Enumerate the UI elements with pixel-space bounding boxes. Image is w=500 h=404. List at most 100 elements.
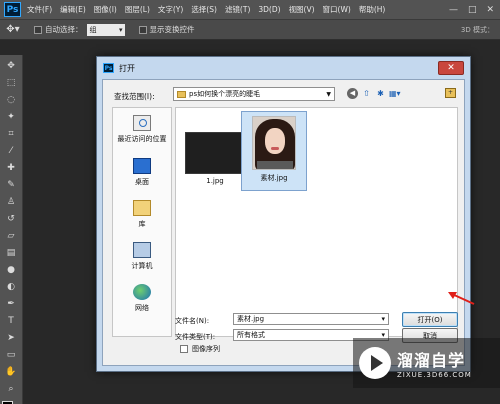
image-sequence-checkbox[interactable] xyxy=(180,345,188,353)
clone-stamp-icon[interactable]: ♙ xyxy=(3,195,19,209)
history-brush-icon[interactable]: ↺ xyxy=(3,212,19,226)
nav-toolbar: ◀ ⇧ ✱ ▦▾ xyxy=(347,88,401,99)
gradient-tool-icon[interactable]: ▤ xyxy=(3,246,19,260)
menu-view[interactable]: 视图(V) xyxy=(289,4,315,15)
menu-file[interactable]: 文件(F) xyxy=(27,4,52,15)
folder-view-icon[interactable]: + xyxy=(445,88,456,98)
chevron-down-icon: ▼ xyxy=(326,90,331,98)
auto-select-label: 自动选择： xyxy=(45,25,83,34)
zoom-tool-icon[interactable]: ⌕ xyxy=(3,382,19,396)
magic-wand-icon[interactable]: ✦ xyxy=(3,110,19,124)
place-recent[interactable]: 最近访问的位置 xyxy=(113,115,171,144)
show-transform-checkbox[interactable] xyxy=(138,25,147,34)
menu-3d[interactable]: 3D(D) xyxy=(258,5,280,14)
menu-image[interactable]: 图像(I) xyxy=(94,4,117,15)
photoshop-logo: Ps xyxy=(4,2,21,17)
recent-places-icon xyxy=(133,115,151,131)
red-arrow-icon xyxy=(448,292,475,305)
desktop-icon xyxy=(133,158,151,174)
place-library[interactable]: 库 xyxy=(113,200,171,229)
portrait-thumbnail xyxy=(252,116,296,170)
file-type-value: 所有格式 xyxy=(237,331,265,339)
move-tool-icon[interactable]: ✥ xyxy=(3,59,19,73)
place-network-label: 网络 xyxy=(135,304,149,312)
dialog-titlebar[interactable]: Ps 打开 xyxy=(97,57,470,79)
look-in-label: 查找范围(I): xyxy=(114,92,155,101)
library-icon xyxy=(133,200,151,216)
chevron-down-icon: ▾ xyxy=(381,315,385,323)
file-item[interactable]: 1.jpg xyxy=(180,124,250,185)
play-logo-icon xyxy=(359,347,391,379)
places-bar: 最近访问的位置 桌面 库 计算机 网络 xyxy=(112,107,172,337)
back-icon[interactable]: ◀ xyxy=(347,88,358,99)
auto-select-checkbox[interactable] xyxy=(34,25,42,34)
menu-help[interactable]: 帮助(H) xyxy=(359,4,386,15)
move-tool-icon[interactable]: ✥▾ xyxy=(0,24,26,35)
path-select-icon[interactable]: ➤ xyxy=(3,331,19,345)
dialog-body: 查找范围(I): ps如何换个漂亮的睫毛 ▼ ◀ ⇧ ✱ ▦▾ + 最近访问的位… xyxy=(102,79,465,366)
hand-tool-icon[interactable]: ✋ xyxy=(3,365,19,379)
shape-tool-icon[interactable]: ▭ xyxy=(3,348,19,362)
dodge-tool-icon[interactable]: ◐ xyxy=(3,280,19,294)
toolbox: ✥ ⬚ ◌ ✦ ⌗ ⁄ ✚ ✎ ♙ ↺ ▱ ▤ ● ◐ ✒ T ➤ ▭ ✋ ⌕ xyxy=(0,55,23,404)
auto-select-value: 组 xyxy=(89,25,97,34)
watermark: 溜溜自学 ZIXUE.3D66.COM xyxy=(353,338,500,388)
menu-edit[interactable]: 编辑(E) xyxy=(60,4,86,15)
brush-tool-icon[interactable]: ✎ xyxy=(3,178,19,192)
place-network[interactable]: 网络 xyxy=(113,284,171,313)
file-type-field-label: 文件类型(T): xyxy=(175,333,216,341)
menu-window[interactable]: 窗口(W) xyxy=(323,4,351,15)
auto-select-dropdown[interactable]: 组 ▾ xyxy=(86,23,125,36)
place-recent-label: 最近访问的位置 xyxy=(117,135,167,143)
network-icon xyxy=(133,284,151,300)
dark-image-thumbnail xyxy=(185,132,245,174)
file-name-field[interactable]: 素材.jpg ▾ xyxy=(233,313,389,325)
healing-brush-icon[interactable]: ✚ xyxy=(3,161,19,175)
image-sequence-label: 图像序列 xyxy=(192,345,220,353)
eyedropper-icon[interactable]: ⁄ xyxy=(3,144,19,158)
pen-tool-icon[interactable]: ✒ xyxy=(3,297,19,311)
menu-type[interactable]: 文字(Y) xyxy=(158,4,183,15)
chevron-down-icon: ▾ xyxy=(118,25,123,34)
folder-icon xyxy=(177,90,186,98)
look-in-value: ps如何换个漂亮的睫毛 xyxy=(189,90,261,98)
show-transform-label: 显示变换控件 xyxy=(149,25,195,34)
eraser-icon[interactable]: ▱ xyxy=(3,229,19,243)
open-button[interactable]: 打开(O) xyxy=(402,312,458,327)
file-item-selected[interactable]: 素材.jpg xyxy=(241,111,311,191)
place-desktop[interactable]: 桌面 xyxy=(113,158,171,187)
mode-3d-label: 3D 模式： xyxy=(460,25,494,34)
minimize-button[interactable]: — xyxy=(449,5,458,15)
menu-filter[interactable]: 滤镜(T) xyxy=(225,4,250,15)
close-icon[interactable]: ✕ xyxy=(438,61,464,75)
dialog-title: 打开 xyxy=(119,63,135,73)
blur-tool-icon[interactable]: ● xyxy=(3,263,19,277)
view-menu-icon[interactable]: ▦▾ xyxy=(389,88,401,99)
open-dialog: Ps 打开 ✕ 查找范围(I): ps如何换个漂亮的睫毛 ▼ ◀ ⇧ ✱ ▦▾ … xyxy=(96,56,471,372)
file-name-field-label: 文件名(N): xyxy=(175,317,210,325)
menu-layer[interactable]: 图层(L) xyxy=(125,4,150,15)
up-folder-icon[interactable]: ⇧ xyxy=(361,88,372,99)
maximize-button[interactable]: □ xyxy=(468,5,477,15)
marquee-tool-icon[interactable]: ⬚ xyxy=(3,76,19,90)
type-tool-icon[interactable]: T xyxy=(3,314,19,328)
file-name-label: 1.jpg xyxy=(206,177,224,185)
options-bar: ✥▾ 自动选择： 组 ▾ 显示变换控件 3D 模式： xyxy=(0,20,500,40)
place-desktop-label: 桌面 xyxy=(135,178,149,186)
menu-select[interactable]: 选择(S) xyxy=(191,4,217,15)
lasso-tool-icon[interactable]: ◌ xyxy=(3,93,19,107)
photoshop-icon: Ps xyxy=(103,63,114,73)
computer-icon xyxy=(133,242,151,258)
place-computer-label: 计算机 xyxy=(131,262,153,270)
place-library-label: 库 xyxy=(138,220,146,228)
place-computer[interactable]: 计算机 xyxy=(113,242,171,271)
close-window-button[interactable]: ✕ xyxy=(486,5,494,15)
watermark-brand: 溜溜自学 xyxy=(397,351,466,370)
new-folder-icon[interactable]: ✱ xyxy=(375,88,386,99)
look-in-dropdown[interactable]: ps如何换个漂亮的睫毛 ▼ xyxy=(173,87,335,101)
crop-tool-icon[interactable]: ⌗ xyxy=(3,127,19,141)
selection-highlight: 素材.jpg xyxy=(241,111,307,191)
watermark-url: ZIXUE.3D66.COM xyxy=(397,371,472,379)
file-list: 1.jpg 素材.jpg xyxy=(175,107,458,337)
menubar: Ps 文件(F) 编辑(E) 图像(I) 图层(L) 文字(Y) 选择(S) 滤… xyxy=(0,0,500,20)
